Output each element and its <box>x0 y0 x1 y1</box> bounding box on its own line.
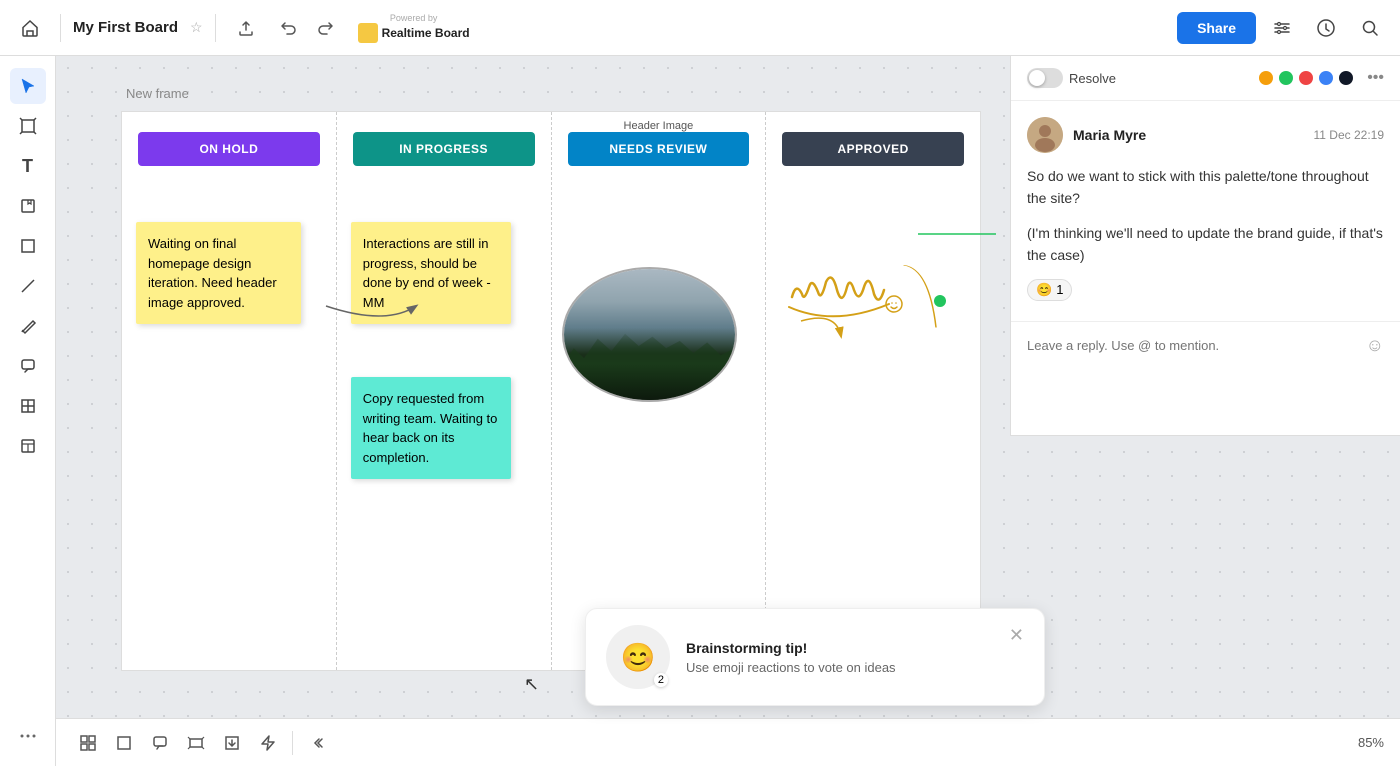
sticky-note-3[interactable]: Copy requested from writing team. Waitin… <box>351 377 511 479</box>
bottom-frame-tool[interactable] <box>180 727 212 759</box>
bottom-grid-tool[interactable] <box>72 727 104 759</box>
redo-button[interactable] <box>308 11 342 45</box>
tip-description: Use emoji reactions to vote on ideas <box>686 660 993 675</box>
zoom-level: 85% <box>1358 735 1384 750</box>
tip-title: Brainstorming tip! <box>686 640 993 656</box>
color-dot-black[interactable] <box>1339 71 1353 85</box>
sticky-text-2: Interactions are still in progress, shou… <box>363 236 491 310</box>
template-tool[interactable] <box>10 428 46 464</box>
tip-emoji: 😊 <box>621 641 656 674</box>
column-in-progress: IN PROGRESS Interactions are still in pr… <box>337 112 552 670</box>
shape-tool[interactable] <box>10 228 46 264</box>
comment-more-button[interactable]: ••• <box>1367 69 1384 87</box>
tip-box: 😊 2 Brainstorming tip! Use emoji reactio… <box>585 608 1045 706</box>
toggle-switch[interactable] <box>1027 68 1063 88</box>
topbar-right: Share <box>1177 10 1388 46</box>
sticky-note-1[interactable]: Waiting on final homepage design iterati… <box>136 222 301 324</box>
approved-annotation <box>774 252 954 332</box>
divider1 <box>60 14 61 42</box>
sticky-text-3: Copy requested from writing team. Waitin… <box>363 391 498 465</box>
bottom-sticky-tool[interactable] <box>108 727 140 759</box>
color-dot-yellow[interactable] <box>1259 71 1273 85</box>
reply-row: ☺ <box>1027 334 1384 358</box>
bottom-lightning-tool[interactable] <box>252 727 284 759</box>
note-tool[interactable] <box>10 188 46 224</box>
comment-panel: Resolve ••• Maria Myre 11 Dec 22:19 So d… <box>1010 56 1400 436</box>
powered-by-badge: Powered by Realtime Board <box>358 13 470 43</box>
kanban-board: ON HOLD Waiting on final homepage design… <box>122 112 980 670</box>
comment-tool[interactable] <box>10 348 46 384</box>
column-header-approved: APPROVED <box>782 132 964 166</box>
comment-reply-area: ☺ <box>1011 321 1400 374</box>
sticky-note-2[interactable]: Interactions are still in progress, shou… <box>351 222 511 324</box>
tip-close-button[interactable]: ✕ <box>1009 625 1024 646</box>
bottom-divider <box>292 731 293 755</box>
reaction-count: 1 <box>1056 282 1063 297</box>
favorite-icon[interactable]: ☆ <box>190 19 203 36</box>
comment-body: Maria Myre 11 Dec 22:19 So do we want to… <box>1011 101 1400 317</box>
user-avatar <box>1027 117 1063 153</box>
mouse-cursor: ↖ <box>524 674 538 688</box>
header-image-label: Header Image <box>552 120 766 132</box>
reply-input[interactable] <box>1027 334 1366 358</box>
grid-tool[interactable] <box>10 388 46 424</box>
color-dots-group <box>1259 71 1353 85</box>
frame-label: New frame <box>126 86 189 101</box>
bottom-export-tool[interactable] <box>216 727 248 759</box>
sticky-text-1: Waiting on final homepage design iterati… <box>148 236 277 310</box>
comment-user-row: Maria Myre 11 Dec 22:19 <box>1027 117 1384 153</box>
reaction-emoji: 😊 <box>1036 282 1052 298</box>
column-on-hold: ON HOLD Waiting on final homepage design… <box>122 112 337 670</box>
color-dot-green[interactable] <box>1279 71 1293 85</box>
undo-redo-group <box>272 11 342 45</box>
board-frame[interactable]: ON HOLD Waiting on final homepage design… <box>121 111 981 671</box>
comment-text-2: (I'm thinking we'll need to update the b… <box>1027 222 1384 267</box>
settings-icon[interactable] <box>1264 10 1300 46</box>
comment-reaction[interactable]: 😊 1 <box>1027 279 1072 301</box>
tip-content: Brainstorming tip! Use emoji reactions t… <box>686 640 993 675</box>
column-approved: APPROVED <box>766 112 980 670</box>
more-tools-button[interactable] <box>10 718 46 754</box>
resolve-label: Resolve <box>1069 71 1116 86</box>
column-header-in-progress: IN PROGRESS <box>353 132 535 166</box>
undo-button[interactable] <box>272 11 306 45</box>
upload-button[interactable] <box>228 10 264 46</box>
column-header-needs-review: NEEDS REVIEW <box>568 132 750 166</box>
divider2 <box>215 14 216 42</box>
cursor-tool[interactable] <box>10 68 46 104</box>
pen-tool[interactable] <box>10 308 46 344</box>
comment-header: Resolve ••• <box>1011 56 1400 101</box>
header-image-card[interactable] <box>562 267 737 402</box>
user-name: Maria Myre <box>1073 127 1146 143</box>
board-title: My First Board <box>73 19 178 36</box>
text-tool[interactable]: T <box>10 148 46 184</box>
search-icon[interactable] <box>1352 10 1388 46</box>
left-toolbar: T <box>0 56 56 766</box>
column-header-on-hold: ON HOLD <box>138 132 320 166</box>
topbar: My First Board ☆ Powered by Realtime Boa… <box>0 0 1400 56</box>
tip-badge: 2 <box>654 673 668 687</box>
line-tool[interactable] <box>10 268 46 304</box>
brand-logo <box>358 23 378 43</box>
emoji-button[interactable]: ☺ <box>1366 335 1384 356</box>
learn-icon[interactable] <box>1308 10 1344 46</box>
collapse-toolbar-button[interactable] <box>301 727 333 759</box>
color-dot-red[interactable] <box>1299 71 1313 85</box>
comment-timestamp: 11 Dec 22:19 <box>1314 128 1385 142</box>
tip-icon-circle: 😊 2 <box>606 625 670 689</box>
resolve-toggle[interactable]: Resolve <box>1027 68 1116 88</box>
toggle-knob <box>1029 70 1045 86</box>
color-dot-blue[interactable] <box>1319 71 1333 85</box>
bottom-comment-tool[interactable] <box>144 727 176 759</box>
frame-tool[interactable] <box>10 108 46 144</box>
comment-text-1: So do we want to stick with this palette… <box>1027 165 1384 210</box>
column-needs-review: NEEDS REVIEW Header Image <box>552 112 767 670</box>
share-button[interactable]: Share <box>1177 12 1256 44</box>
home-button[interactable] <box>12 10 48 46</box>
bottom-toolbar: 85% <box>56 718 1400 766</box>
